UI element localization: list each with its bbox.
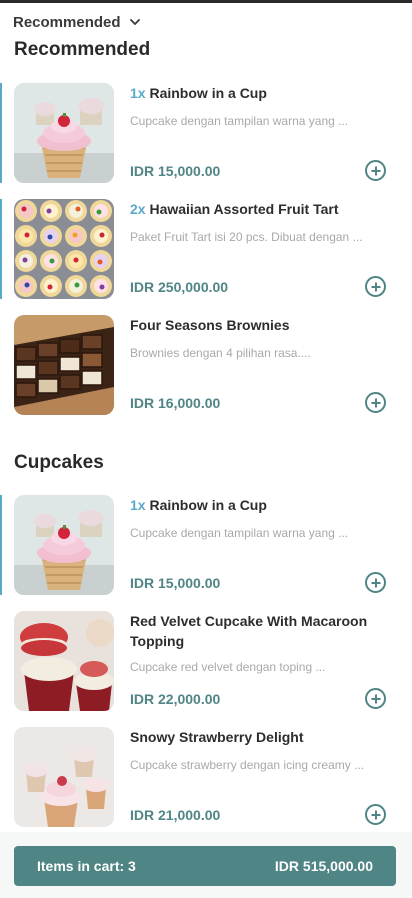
item-price: IDR 22,000.00 [130,691,221,707]
in-cart-indicator [0,83,2,183]
item-price: IDR 16,000.00 [130,395,221,411]
menu-item[interactable]: Snowy Strawberry Delight Cupcake strawbe… [0,727,412,827]
item-title: Snowy Strawberry Delight [130,727,392,747]
product-image [14,83,114,183]
item-price: IDR 15,000.00 [130,163,221,179]
item-description: Cupcake dengan tampilan warna yang ... [130,526,349,540]
item-price: IDR 15,000.00 [130,575,221,591]
item-name: Hawaiian Assorted Fruit Tart [149,201,339,217]
product-image [14,727,114,827]
menu-item[interactable]: Four Seasons Brownies Brownies dengan 4 … [0,315,412,415]
category-dropdown-label: Recommended [13,13,121,31]
product-image [14,611,114,711]
add-to-cart-button[interactable] [365,276,386,297]
cart-total: IDR 515,000.00 [274,858,373,874]
item-title: 2x Hawaiian Assorted Fruit Tart [130,199,392,219]
view-cart-button[interactable]: Items in cart: 3 IDR 515,000.00 [14,846,396,886]
menu-item[interactable]: 1x Rainbow in a Cup Cupcake dengan tampi… [0,83,412,183]
in-cart-indicator [0,199,2,299]
item-description: Cupcake red velvet dengan toping ... [130,660,326,674]
add-to-cart-button[interactable] [365,572,386,593]
cart-bar: Items in cart: 3 IDR 515,000.00 [0,832,412,898]
add-to-cart-button[interactable] [365,804,386,825]
item-qty: 1x [130,85,146,101]
item-price: IDR 21,000.00 [130,807,221,823]
item-qty: 1x [130,497,146,513]
item-title: 1x Rainbow in a Cup [130,495,392,515]
product-image [14,315,114,415]
menu-item[interactable]: 1x Rainbow in a Cup Cupcake dengan tampi… [0,495,412,595]
item-qty: 2x [130,201,146,217]
category-dropdown[interactable]: Recommended [13,10,141,34]
item-name: Snowy Strawberry Delight [130,729,304,745]
section-title-cupcakes: Cupcakes [14,452,104,473]
add-to-cart-button[interactable] [365,160,386,181]
product-image [14,199,114,299]
section-title-recommended: Recommended [14,39,151,60]
cart-count-label: Items in cart: 3 [37,858,136,874]
top-divider [0,0,412,3]
menu-item[interactable]: 2x Hawaiian Assorted Fruit Tart Paket Fr… [0,199,412,299]
add-to-cart-button[interactable] [365,688,386,709]
chevron-down-icon [129,19,140,26]
item-name: Rainbow in a Cup [149,497,267,513]
item-title: 1x Rainbow in a Cup [130,83,392,103]
item-name: Red Velvet Cupcake With Macaroon Topping [130,613,368,649]
add-to-cart-button[interactable] [365,392,386,413]
item-name: Four Seasons Brownies [130,317,290,333]
menu-item[interactable]: Red Velvet Cupcake With Macaroon Topping… [0,611,412,711]
item-description: Cupcake strawberry dengan icing creamy .… [130,758,365,772]
item-title: Red Velvet Cupcake With Macaroon Topping [130,611,392,651]
item-description: Paket Fruit Tart isi 20 pcs. Dibuat deng… [130,230,363,244]
item-price: IDR 250,000.00 [130,279,229,295]
item-title: Four Seasons Brownies [130,315,392,335]
in-cart-indicator [0,495,2,595]
item-description: Brownies dengan 4 pilihan rasa.... [130,346,311,360]
product-image [14,495,114,595]
item-name: Rainbow in a Cup [149,85,267,101]
item-description: Cupcake dengan tampilan warna yang ... [130,114,349,128]
